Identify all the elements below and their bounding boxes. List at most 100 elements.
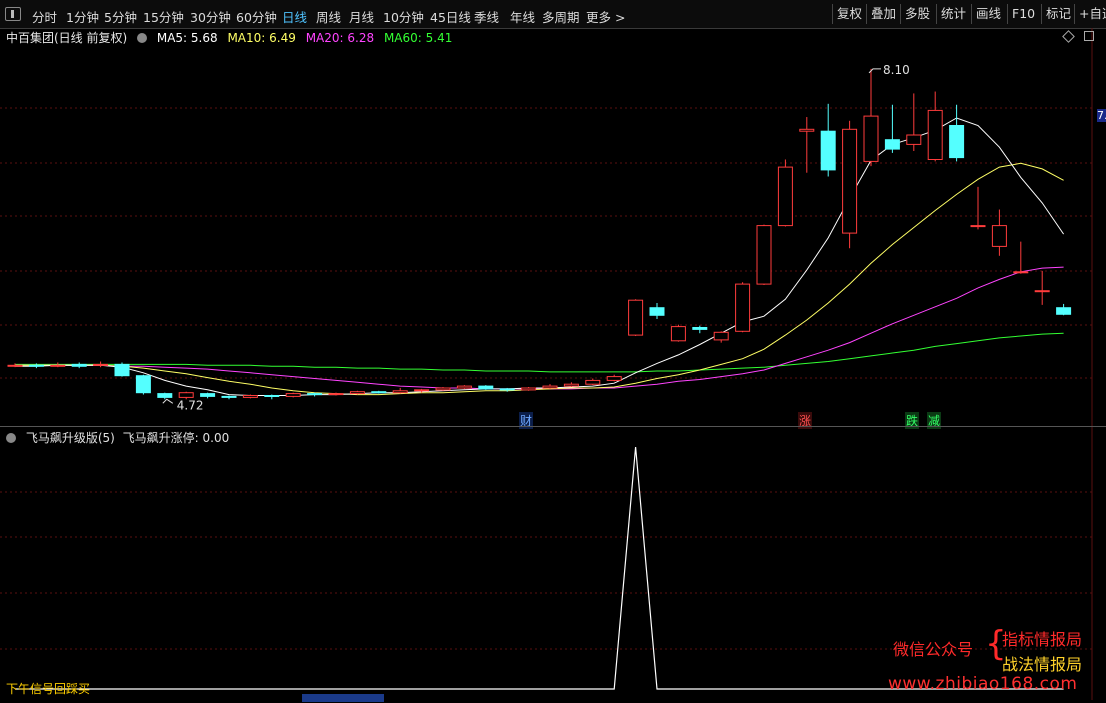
candle-46-body (991, 225, 1007, 247)
period-tab-1[interactable]: 1分钟 (66, 7, 99, 26)
candle-46 (991, 209, 1007, 256)
candle-49-body (1056, 307, 1072, 315)
period-tab-14[interactable]: 更多 > (586, 7, 625, 26)
candle-44-body (949, 125, 965, 159)
period-toolbar: 分时 1分钟 5分钟 15分钟 30分钟 60分钟 日线 周线 月线 10分钟 45日线 季线 年线 多周… (0, 0, 1106, 29)
candle-47-body (1013, 271, 1029, 274)
period-tab-0[interactable]: 分时 (32, 7, 57, 26)
ma10-line (15, 162, 1064, 396)
chart-title: 中百集团(日线 前复权) (6, 31, 128, 45)
candle-42-body (906, 134, 922, 145)
kline-plot: 8.10 4.72 (0, 28, 1093, 426)
candle-10-body (221, 395, 237, 398)
toolbar-button-6[interactable]: 标记 (1041, 4, 1075, 24)
toolbar-button-4[interactable]: 画线 (971, 4, 1005, 24)
toolbar-button-5[interactable]: F10 (1007, 4, 1039, 24)
candle-22-body (478, 385, 494, 390)
kline-chart[interactable]: 中百集团(日线 前复权) MA5: 5.68 MA10: 6.49 MA20: … (0, 28, 1106, 429)
toolbar-button-3[interactable]: 统计 (936, 4, 970, 24)
ma20-line (15, 266, 1064, 390)
candle-13 (285, 392, 301, 398)
candle-23-body (499, 388, 515, 391)
candle-29 (628, 299, 644, 337)
candle-5 (114, 362, 130, 377)
candle-41 (884, 104, 900, 153)
candle-27-body (585, 379, 601, 385)
period-tab-3[interactable]: 15分钟 (143, 7, 184, 26)
period-tab-6[interactable]: 日线 (282, 7, 307, 26)
right-edge-price: 7. (1097, 109, 1106, 122)
candle-24 (521, 387, 537, 391)
period-tab-10[interactable]: 45日线 (430, 7, 471, 26)
period-tab-13[interactable]: 多周期 (542, 7, 580, 26)
candle-25-body (542, 385, 558, 389)
indicator-settings-icon[interactable] (6, 433, 16, 443)
candle-49 (1056, 303, 1072, 316)
toolbar-button-1[interactable]: 叠加 (866, 4, 900, 24)
candle-4-body (93, 363, 109, 366)
candle-19-body (414, 389, 430, 392)
candle-28-body (606, 376, 622, 381)
candle-30-body (649, 307, 665, 316)
indicator-value: 飞马飙升涨停: 0.00 (122, 431, 230, 445)
indicator-legend: 飞马飙升级版(5) 飞马飙升涨停: 0.00 (6, 429, 235, 446)
candle-26 (563, 382, 579, 388)
candle-16 (349, 390, 365, 395)
candle-20 (435, 387, 451, 391)
panel-expand-icon[interactable] (1084, 31, 1094, 41)
signal-label: 下午信号回踩买 (6, 682, 91, 696)
candle-27 (585, 378, 601, 386)
indicator-title: 飞马飙升级版(5) (25, 431, 115, 445)
window-menu-icon[interactable] (5, 7, 21, 21)
period-tab-2[interactable]: 5分钟 (104, 7, 137, 26)
candle-39-body (842, 128, 858, 234)
candle-6-body (135, 375, 151, 394)
candle-40-body (863, 115, 879, 162)
toolbar-button-0[interactable]: 复权 (832, 4, 866, 24)
candle-28 (606, 374, 622, 382)
high-price-label: 8.10 (883, 63, 910, 77)
candle-34-body (735, 283, 751, 332)
period-tab-4[interactable]: 30分钟 (190, 7, 231, 26)
candle-43-body (927, 109, 943, 160)
candle-7-body (157, 393, 173, 398)
candle-10 (221, 395, 237, 400)
watermark-url: www.zhibiao168.com (888, 674, 1078, 694)
candle-31 (670, 324, 686, 342)
period-tab-9[interactable]: 10分钟 (383, 7, 424, 26)
candle-39 (842, 120, 858, 249)
toolbar-button-7[interactable]: +自选 (1074, 4, 1106, 24)
candle-2-body (50, 364, 66, 367)
candle-48-body (1034, 290, 1050, 293)
period-tab-8[interactable]: 月线 (349, 7, 374, 26)
candle-31-body (670, 326, 686, 342)
candle-48 (1034, 270, 1050, 305)
candle-36 (777, 159, 793, 227)
candle-14 (307, 392, 323, 397)
candle-12-body (264, 395, 280, 397)
candle-29-body (628, 299, 644, 336)
period-tab-11[interactable]: 季线 (474, 7, 499, 26)
settings-circle-icon[interactable] (137, 33, 148, 43)
main-chart-legend: 中百集团(日线 前复权) MA5: 5.68 MA10: 6.49 MA20: … (6, 29, 458, 46)
period-tab-5[interactable]: 60分钟 (236, 7, 277, 26)
ma10-label: MA10: 6.49 (227, 31, 296, 45)
candle-12 (264, 394, 280, 400)
candle-4 (93, 361, 109, 368)
candle-11-body (242, 395, 258, 398)
candle-13-body (285, 393, 301, 397)
candle-14-body (307, 393, 323, 396)
candle-33 (713, 331, 729, 343)
ma5-label: MA5: 5.68 (156, 31, 218, 45)
period-tab-12[interactable]: 年线 (510, 7, 535, 26)
low-price-label: 4.72 (177, 398, 204, 412)
ma60-line (15, 332, 1064, 373)
candle-32 (692, 325, 708, 334)
watermark-name-2: 战法情报局 (1002, 655, 1083, 674)
toolbar-button-2[interactable]: 多股 (900, 4, 934, 24)
candle-22 (478, 385, 494, 390)
candle-41-body (884, 139, 900, 150)
period-tab-7[interactable]: 周线 (316, 7, 341, 26)
candle-45 (970, 186, 986, 230)
candle-37-body (799, 128, 815, 132)
